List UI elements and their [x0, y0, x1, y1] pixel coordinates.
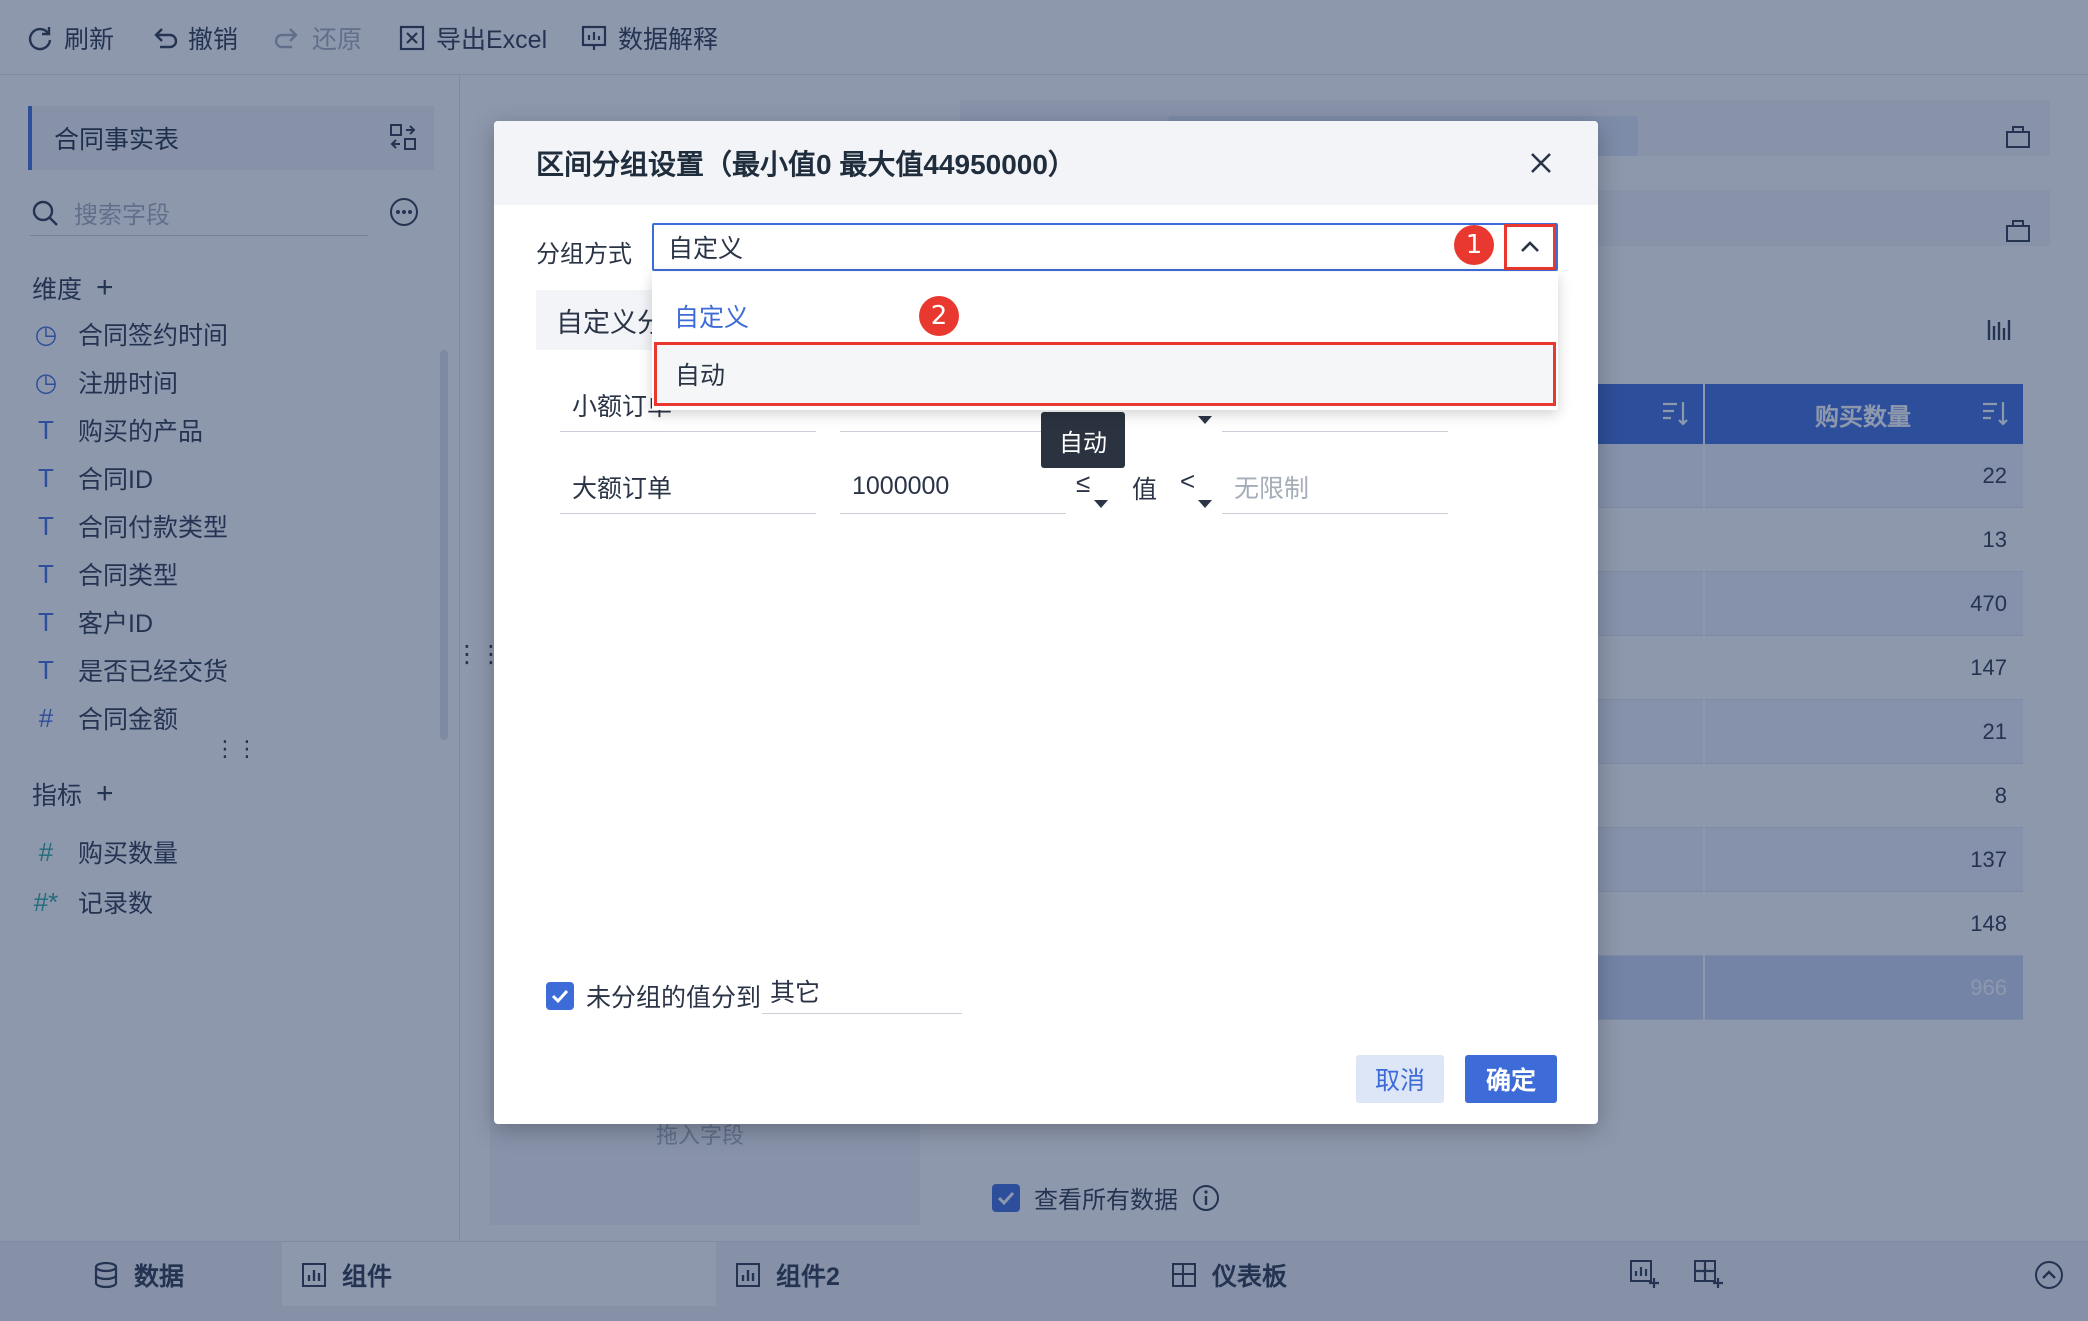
tab-custom-label: 自定义分 — [556, 307, 656, 338]
operator-caret-icon[interactable] — [1198, 500, 1212, 508]
option-custom[interactable]: 自定义 — [674, 298, 749, 334]
step-badge-1: 1 — [1454, 225, 1494, 265]
ungrouped-name-value: 其它 — [770, 978, 821, 1007]
option-auto[interactable]: 自动 — [654, 342, 1556, 406]
max-operator-value: < — [1180, 466, 1196, 496]
group-max-placeholder: 无限制 — [1234, 474, 1310, 503]
ungrouped-checkbox[interactable] — [546, 982, 574, 1010]
group-name-value: 大额订单 — [572, 474, 673, 503]
group-mode-value: 自定义 — [668, 235, 744, 263]
tooltip: 自动 — [1041, 412, 1125, 468]
cancel-button[interactable]: 取消 — [1356, 1055, 1444, 1103]
step-badge-2: 2 — [919, 296, 959, 336]
max-operator-select[interactable]: < — [1180, 466, 1195, 497]
tooltip-text: 自动 — [1059, 429, 1107, 457]
cancel-label: 取消 — [1374, 1067, 1425, 1095]
operator-caret-icon[interactable] — [1094, 500, 1108, 508]
group-mode-select[interactable]: 自定义 — [652, 223, 1558, 271]
min-operator-select[interactable]: ≤ — [1076, 468, 1090, 499]
confirm-button[interactable]: 确定 — [1465, 1055, 1557, 1103]
group-min-input[interactable]: 1000000 — [840, 460, 1066, 514]
value-label: 值 — [1132, 476, 1158, 504]
close-icon[interactable] — [1524, 146, 1558, 180]
group-mode-label: 分组方式 — [536, 241, 632, 268]
min-operator-value: ≤ — [1076, 468, 1091, 498]
ungrouped-toggle[interactable]: 未分组的值分到 — [546, 978, 761, 1014]
group-name-input[interactable]: 大额订单 — [560, 460, 816, 514]
ungrouped-label: 未分组的值分到 — [586, 984, 762, 1012]
dropdown-toggle-button[interactable] — [1504, 224, 1556, 270]
chevron-up-icon — [1517, 234, 1543, 260]
ungrouped-name-input[interactable]: 其它 — [762, 968, 962, 1014]
group-min-value: 1000000 — [852, 472, 950, 500]
option-auto-label: 自动 — [675, 362, 726, 390]
operator-caret-icon[interactable] — [1198, 416, 1212, 424]
option-custom-label: 自定义 — [674, 304, 750, 332]
tab-custom[interactable]: 自定义分 — [536, 290, 656, 350]
confirm-label: 确定 — [1485, 1067, 1536, 1095]
group-max-input[interactable]: 无限制 — [1222, 460, 1448, 514]
dialog-title: 区间分组设置（最小值0 最大值44950000） — [536, 149, 1076, 180]
